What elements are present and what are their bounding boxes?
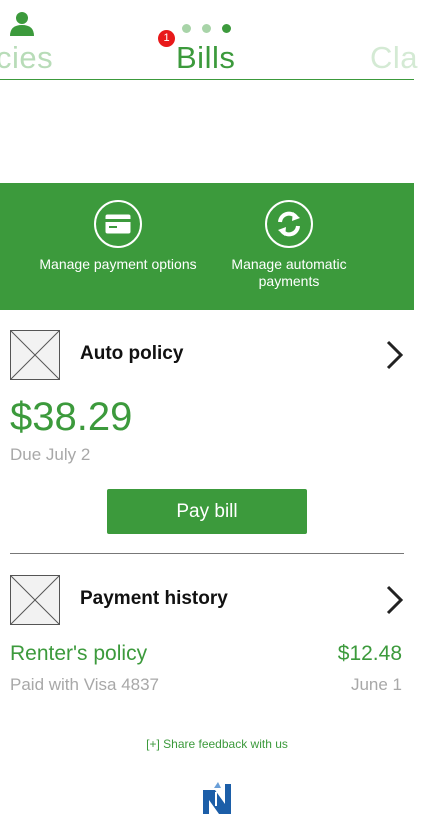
tab-claims[interactable]: Cla	[370, 40, 418, 76]
page-dot-active	[222, 24, 231, 33]
header-divider	[0, 79, 414, 80]
manage-automatic-payments-label: Manage automatic payments	[231, 256, 347, 289]
share-feedback-link[interactable]: [+] Share feedback with us	[0, 737, 424, 751]
section-divider	[10, 553, 404, 554]
refresh-icon	[265, 200, 313, 248]
image-placeholder-icon	[10, 575, 60, 625]
company-logo	[203, 782, 231, 814]
history-date: June 1	[350, 675, 402, 694]
notification-badge: 1	[158, 30, 175, 47]
tab-bills[interactable]: Bills	[176, 40, 235, 76]
page-dot	[182, 24, 191, 33]
credit-card-icon	[94, 200, 142, 248]
chevron-right-icon[interactable]	[385, 584, 405, 616]
payment-history-title[interactable]: Payment history	[80, 588, 228, 610]
history-policy-name: Renter's policy	[10, 642, 148, 665]
history-payment-method: Paid with Visa 4837	[10, 675, 160, 694]
user-icon[interactable]	[9, 10, 37, 38]
manage-payment-options-button[interactable]: Manage payment options	[38, 200, 198, 273]
pay-bill-button[interactable]: Pay bill	[107, 489, 307, 534]
tab-policies[interactable]: cies	[0, 40, 53, 76]
image-placeholder-icon	[10, 330, 60, 380]
due-date: Due July 2	[10, 445, 91, 464]
history-amount: $12.48	[337, 642, 402, 665]
chevron-right-icon[interactable]	[385, 339, 405, 371]
page-dot	[202, 24, 211, 33]
amount-due: $38.29	[10, 395, 133, 439]
payment-actions-band: Manage payment options Manage automatic …	[0, 183, 414, 310]
manage-automatic-payments-button[interactable]: Manage automatic payments	[209, 200, 369, 290]
auto-policy-title[interactable]: Auto policy	[80, 343, 183, 365]
manage-payment-options-label: Manage payment options	[39, 256, 197, 272]
